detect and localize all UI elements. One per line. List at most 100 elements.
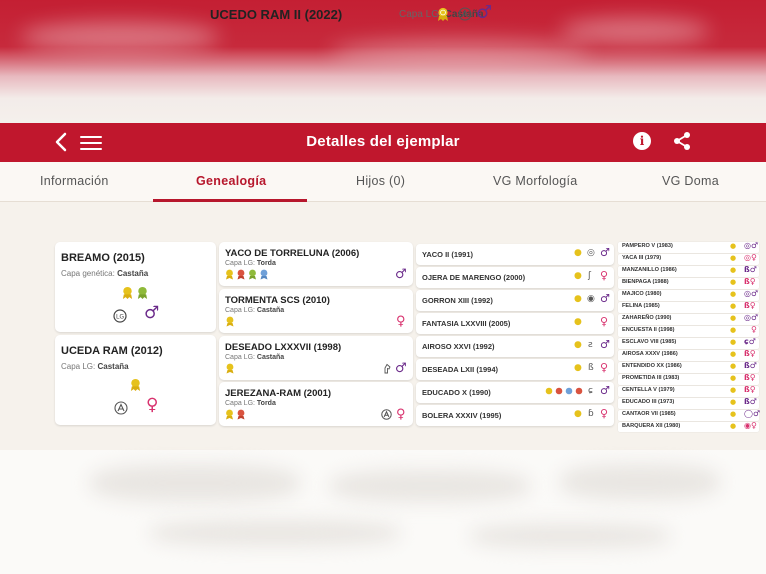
great-grandparent-row[interactable]: YACO II (1991) ● ◎ ♂ — [416, 244, 614, 265]
badge-icon: ◎ — [587, 248, 595, 258]
ancestor-name: CENTELLA V (1979) — [622, 387, 675, 393]
morphology-badge-icon — [114, 401, 128, 415]
gold-medal-icon: ● — [574, 340, 582, 350]
ancestor-row[interactable]: ESCLAVO VIII (1985) ● ɕ♂ — [618, 338, 759, 349]
tab-informacion[interactable]: Información — [40, 174, 109, 188]
gold-medal-icon: ● — [730, 410, 737, 418]
female-icon: ß♀ — [744, 385, 756, 394]
ancestor-row[interactable]: BARQUERA XII (1980) ● ◉♀ — [618, 422, 759, 432]
male-icon: ß♂ — [744, 265, 757, 274]
parent-name: UCEDA RAM (2012) — [61, 345, 163, 357]
tab-genealogia[interactable]: Genealogía — [196, 174, 266, 188]
male-icon: ♂ — [600, 292, 610, 305]
great-grandparent-row[interactable]: DESEADA LXII (1994) ● ß ♀ — [416, 359, 614, 380]
gold-medal-icon: ● — [730, 362, 737, 370]
ancestor-name: BOLERA XXXIV (1995) — [422, 411, 502, 420]
badge-icon: ◉ — [587, 294, 595, 304]
gold-medal-icon: ● — [574, 363, 582, 373]
ancestor-name: DESEADA LXII (1994) — [422, 365, 498, 374]
grandparent-name: TORMENTA SCS (2010) — [225, 295, 330, 306]
gold-medal-icon: ● — [730, 242, 737, 250]
ancestor-row[interactable]: MANZANILLO (1986) ● ß♂ — [618, 266, 759, 277]
grandparent-card[interactable]: DESEADO LXXXVII (1998) Capa LG: Castaña … — [219, 336, 413, 380]
tab-hijos[interactable]: Hijos (0) — [356, 174, 405, 188]
male-icon: ♂ — [600, 246, 610, 259]
ancestor-row[interactable]: AIROSA XXXV (1986) ● ß♀ — [618, 350, 759, 361]
grandparent-card[interactable]: TORMENTA SCS (2010) Capa LG: Castaña ♀ — [219, 289, 413, 333]
medals-row-icon — [226, 409, 245, 420]
horse-head-icon: ɓ — [588, 409, 594, 419]
ancestor-name: CANTAOR VII (1985) — [622, 411, 676, 417]
parent-card-dam[interactable]: UCEDA RAM (2012) Capa LG: Castaña ♀ — [55, 335, 216, 425]
ancestor-name: OJERA DE MARENGO (2000) — [422, 273, 526, 282]
grandparent-card[interactable]: YACO DE TORRELUNA (2006) Capa LG: Torda … — [219, 242, 413, 286]
tab-vg-morfologia[interactable]: VG Morfología — [493, 174, 578, 188]
ancestor-name: BIENPAGA (1988) — [622, 279, 669, 285]
ancestor-name: FANTASIA LXXVIII (2005) — [422, 319, 511, 328]
female-icon: ♀ — [396, 407, 406, 422]
tab-vg-doma[interactable]: VG Doma — [662, 174, 719, 188]
great-grandparent-row[interactable]: AIROSO XXVI (1992) ● ƨ ♂ — [416, 336, 614, 357]
ancestor-name: MAJICO (1980) — [622, 291, 662, 297]
share-icon[interactable] — [672, 131, 692, 151]
grandparent-card[interactable]: JEREZANA-RAM (2001) Capa LG: Torda ♀ — [219, 382, 413, 426]
ancestor-name: ZAHAREÑO (1990) — [622, 315, 672, 321]
gold-medal-icon: ● — [730, 338, 737, 346]
female-icon: ß♀ — [744, 301, 756, 310]
great-grandparent-row[interactable]: FANTASIA LXXVIII (2005) ● ♀ — [416, 313, 614, 334]
ancestor-name: EDUCADO X (1990) — [422, 388, 491, 397]
male-icon: ◎♂ — [744, 289, 759, 298]
info-icon[interactable]: i — [633, 132, 651, 150]
ancestor-name: EDUCADO III (1973) — [622, 399, 675, 405]
horse-head-icon: ɕ — [588, 386, 593, 396]
male-icon: ß♂ — [744, 397, 757, 406]
ancestor-row[interactable]: PAMPERO V (1983) ● ◎♂ — [618, 242, 759, 253]
parent-card-sire[interactable]: BREAMO (2015) Capa genética: Castaña LG … — [55, 242, 216, 332]
ancestor-row[interactable]: PROMETIDA III (1983) ● ß♀ — [618, 374, 759, 385]
gold-medal-icon: ● — [730, 422, 737, 430]
female-icon: ♀ — [600, 269, 609, 282]
gold-medal-icon: ● — [730, 374, 737, 382]
gold-medal-icon — [122, 286, 133, 299]
ancestor-row[interactable]: CANTAOR VII (1985) ● ◯♂ — [618, 410, 760, 421]
male-icon: ♂ — [395, 267, 407, 282]
ancestor-row[interactable]: MAJICO (1980) ● ◎♂ — [618, 290, 759, 301]
gold-medal-icon: ● — [730, 266, 737, 274]
female-icon: ♀ — [600, 315, 609, 328]
ancestor-name: YACO II (1991) — [422, 250, 473, 259]
great-grandparent-row[interactable]: OJERA DE MARENGO (2000) ● ʃ ♀ — [416, 267, 614, 288]
male-icon: ◎♂ — [744, 313, 759, 322]
green-medal-icon — [137, 286, 148, 299]
morphology-badge-icon — [458, 7, 472, 21]
male-icon: ♂ — [476, 2, 493, 23]
ancestor-row[interactable]: EDUCADO III (1973) ● ß♂ — [618, 398, 759, 409]
subject-name: UCEDO RAM II (2022) — [210, 7, 343, 22]
gold-medal-icon: ● — [574, 248, 582, 258]
gold-medal-icon: ● — [730, 314, 737, 322]
ancestor-name: ENTENDIDO XX (1986) — [622, 363, 682, 369]
gold-medal-icon: ● — [730, 326, 737, 334]
gold-medal-icon: ● — [730, 386, 737, 394]
great-grandparent-row[interactable]: EDUCADO X (1990) ɕ ♂ — [416, 382, 614, 403]
grandparent-name: JEREZANA-RAM (2001) — [225, 388, 332, 399]
ancestor-name: PAMPERO V (1983) — [622, 243, 673, 249]
grandparent-name: YACO DE TORRELUNA (2006) — [225, 248, 360, 259]
ancestor-row[interactable]: ENTENDIDO XX (1986) ● ß♂ — [618, 362, 759, 373]
female-icon: ◎♀ — [744, 253, 757, 262]
great-grandparent-row[interactable]: BOLERA XXXIV (1995) ● ɓ ♀ — [416, 405, 614, 426]
ancestor-row[interactable]: ENCUESTA II (1998) ● ♀ — [618, 326, 759, 337]
ancestor-row[interactable]: ZAHAREÑO (1990) ● ◎♂ — [618, 314, 759, 325]
ancestor-row[interactable]: BIENPAGA (1988) ● ß♀ — [618, 278, 759, 289]
female-icon: ß♀ — [744, 277, 756, 286]
male-icon: ɕ♂ — [744, 337, 756, 346]
female-icon: ♀ — [396, 314, 406, 329]
ancestor-row[interactable]: CENTELLA V (1979) ● ß♀ — [618, 386, 759, 397]
ancestor-name: ESCLAVO VIII (1985) — [622, 339, 677, 345]
great-grandparent-row[interactable]: GORRON XIII (1992) ● ◉ ♂ — [416, 290, 614, 311]
ancestor-row[interactable]: FELINA (1985) ● ß♀ — [618, 302, 759, 313]
ancestor-row[interactable]: YACA III (1979) ● ◎♀ — [618, 254, 759, 265]
grandparent-capa: Capa LG: Castaña — [225, 307, 285, 314]
grandparent-capa: Capa LG: Torda — [225, 260, 276, 267]
male-icon: ♂ — [600, 384, 610, 397]
gold-medal-icon — [438, 7, 448, 21]
